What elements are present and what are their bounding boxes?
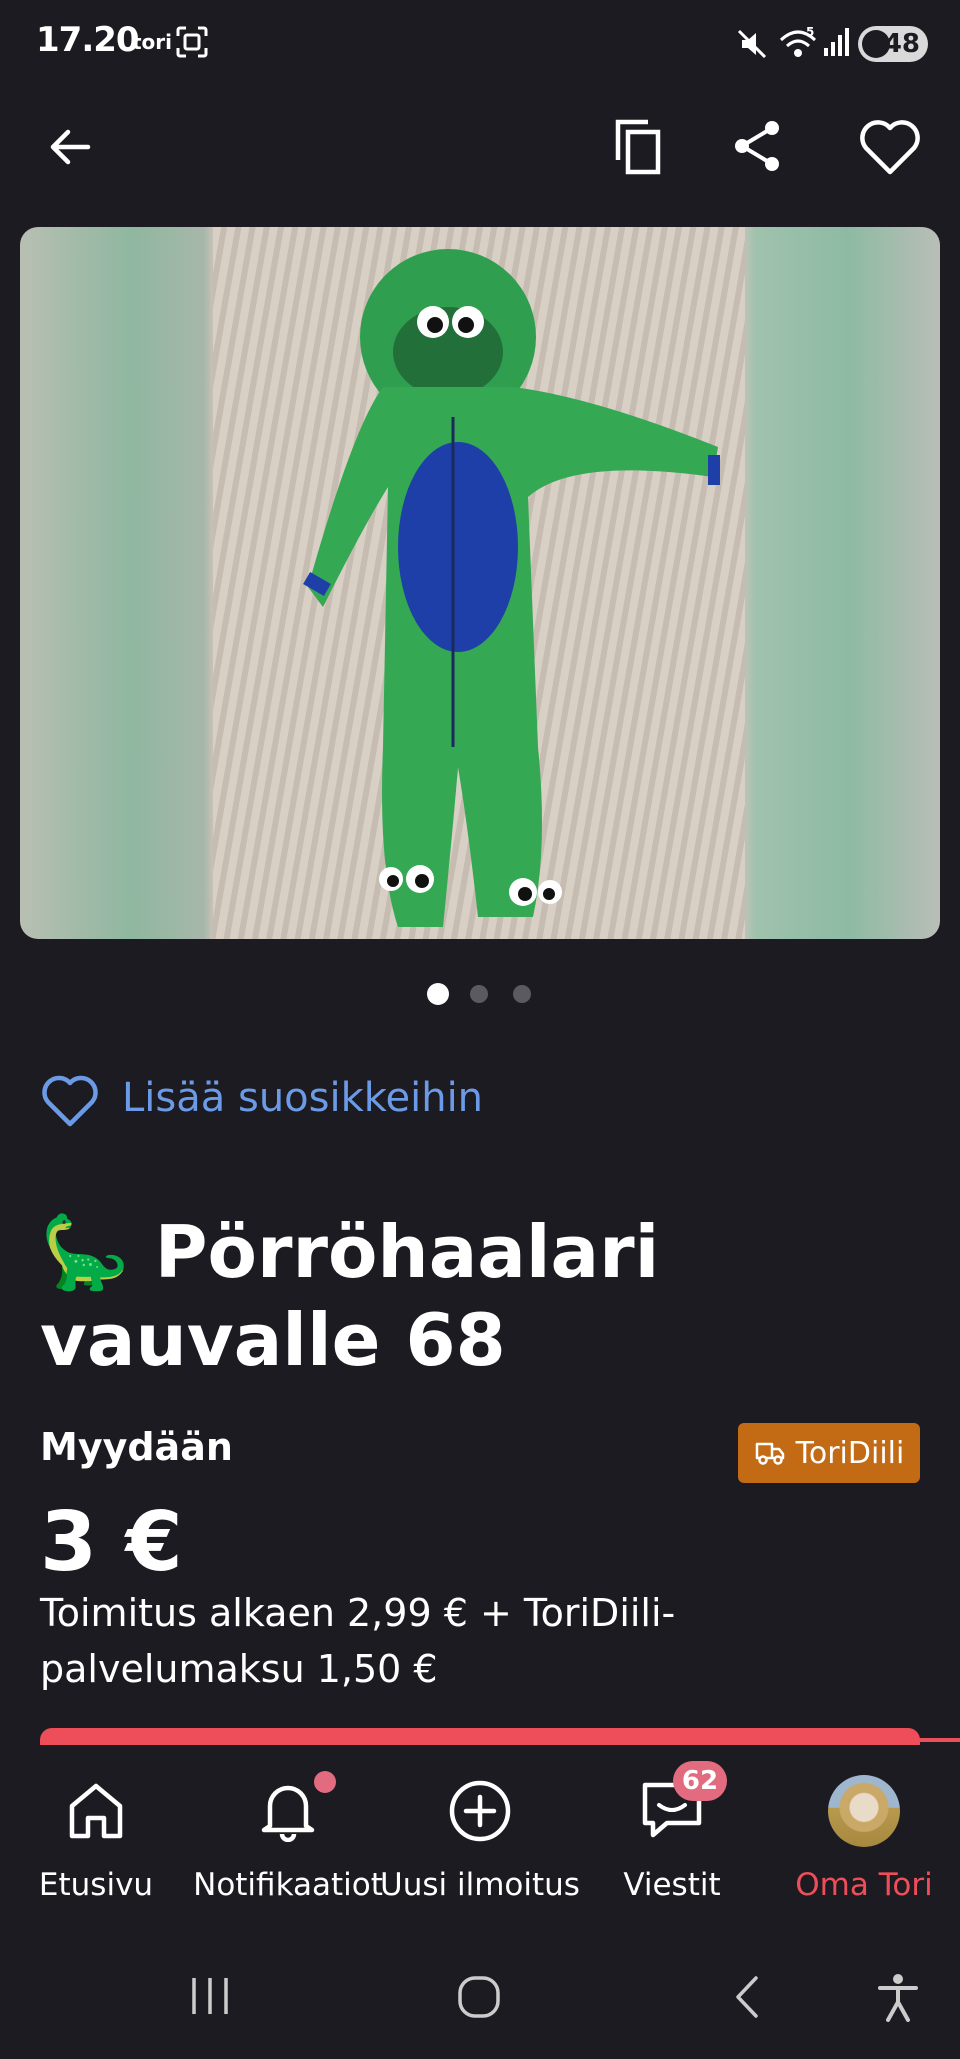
system-back-icon[interactable] (730, 1974, 764, 2020)
nav-item-my-tori[interactable]: Oma Tori (768, 1745, 960, 1930)
accessibility-icon[interactable] (876, 1972, 920, 2022)
listing-photo (213, 227, 745, 939)
status-time: 17.20 (36, 20, 140, 60)
bottom-navigation: Etusivu Notifikaatiot Uusi ilmoitus 62 V… (0, 1745, 960, 1930)
carousel-dot-2[interactable] (470, 985, 488, 1003)
add-favorite-heart-icon[interactable] (40, 1074, 100, 1128)
nav-item-home[interactable]: Etusivu (0, 1745, 192, 1930)
carousel-dot-3[interactable] (513, 985, 531, 1003)
recent-apps-icon[interactable] (188, 1976, 232, 2016)
toridiili-badge-label: ToriDiili (795, 1435, 905, 1471)
dinosaur-onesie-image (303, 249, 720, 927)
screenshot-icon (176, 26, 208, 58)
back-arrow-icon[interactable] (46, 122, 96, 172)
home-icon (69, 1783, 123, 1839)
plus-circle-icon (449, 1780, 511, 1842)
nav-item-new-listing[interactable]: Uusi ilmoitus (380, 1745, 580, 1930)
avatar (828, 1775, 900, 1847)
carousel-dot-1[interactable] (427, 983, 449, 1005)
shipping-info: Toimitus alkaen 2,99 € + ToriDiili-palve… (40, 1591, 676, 1691)
nav-label-home: Etusivu (38, 1867, 154, 1903)
bell-icon (261, 1785, 315, 1842)
system-navigation-bar (0, 1930, 960, 2059)
listing-title: 🦕 Pörröhaalari vauvalle 68 (40, 1210, 660, 1382)
notification-dot (314, 1771, 336, 1793)
truck-icon (755, 1442, 784, 1465)
battery-indicator: 48 (858, 26, 928, 62)
listing-photo-carousel[interactable] (20, 227, 940, 939)
copy-icon[interactable] (610, 116, 666, 176)
listing-price: 3 € (40, 1495, 183, 1590)
nav-item-messages[interactable]: 62 Viestit (576, 1745, 768, 1930)
messages-count-badge: 62 (673, 1761, 727, 1801)
nav-label-new-listing: Uusi ilmoitus (380, 1867, 580, 1903)
wifi-label: 5 (806, 25, 814, 39)
add-favorite-link[interactable]: Lisää suosikkeihin (122, 1075, 483, 1121)
favorite-heart-icon[interactable] (858, 118, 922, 176)
divider (770, 1738, 960, 1742)
toridiili-badge: ToriDiili (738, 1423, 920, 1483)
home-button-icon[interactable] (456, 1974, 502, 2020)
wifi-icon: 5 (779, 25, 817, 57)
nav-label-notifications: Notifikaatiot (193, 1867, 383, 1903)
share-icon[interactable] (730, 118, 786, 174)
mute-icon (737, 29, 767, 59)
battery-saver-icon (862, 30, 890, 58)
listing-type: Myydään (40, 1425, 233, 1469)
cell-signal-icon (824, 28, 849, 56)
nav-label-my-tori: Oma Tori (795, 1867, 933, 1903)
status-app-name: tori (132, 30, 173, 54)
nav-item-notifications[interactable]: Notifikaatiot (192, 1745, 384, 1930)
nav-label-messages: Viestit (623, 1867, 721, 1903)
